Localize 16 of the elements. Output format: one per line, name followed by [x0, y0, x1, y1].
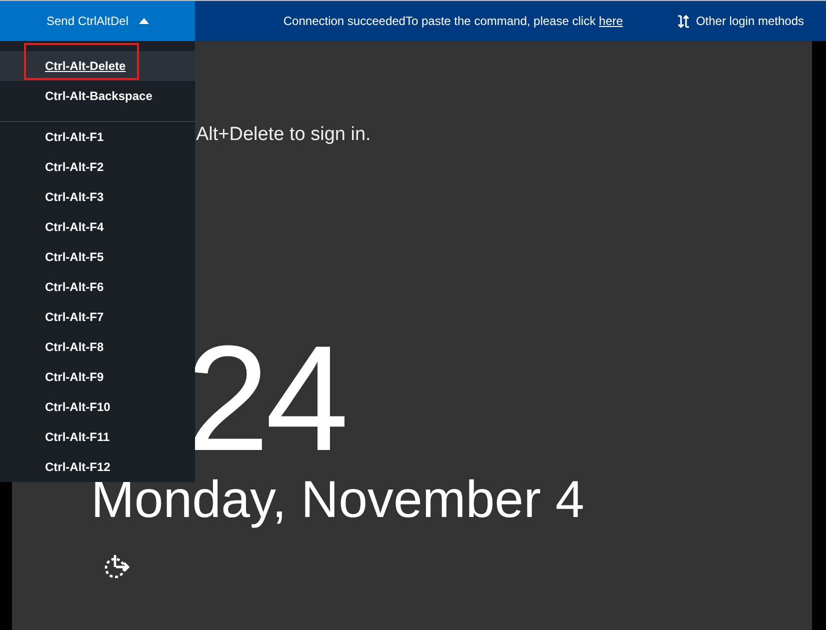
menu-item[interactable]: Ctrl-Alt-F1: [0, 122, 195, 152]
menu-item[interactable]: Ctrl-Alt-F4: [0, 212, 195, 242]
swap-arrows-icon: [676, 14, 690, 28]
menu-item[interactable]: Ctrl-Alt-Delete: [0, 51, 195, 81]
menu-item[interactable]: Ctrl-Alt-F5: [0, 242, 195, 272]
status-message: Connection succeededTo paste the command, please click here: [283, 14, 623, 28]
ease-of-access-icon[interactable]: [104, 555, 130, 579]
menu-item[interactable]: Ctrl-Alt-F2: [0, 152, 195, 182]
other-login-methods-button[interactable]: Other login methods: [676, 1, 804, 41]
caret-icon: [138, 18, 149, 24]
sign-in-prompt: Alt+Delete to sign in.: [196, 125, 371, 144]
menu-item[interactable]: Ctrl-Alt-Backspace: [0, 81, 195, 111]
menu-item[interactable]: Ctrl-Alt-F3: [0, 182, 195, 212]
send-ctrl-alt-del-button[interactable]: Send CtrlAltDel: [0, 1, 195, 41]
menu-item[interactable]: Ctrl-Alt-F6: [0, 272, 195, 302]
paste-link[interactable]: here: [598, 14, 623, 28]
